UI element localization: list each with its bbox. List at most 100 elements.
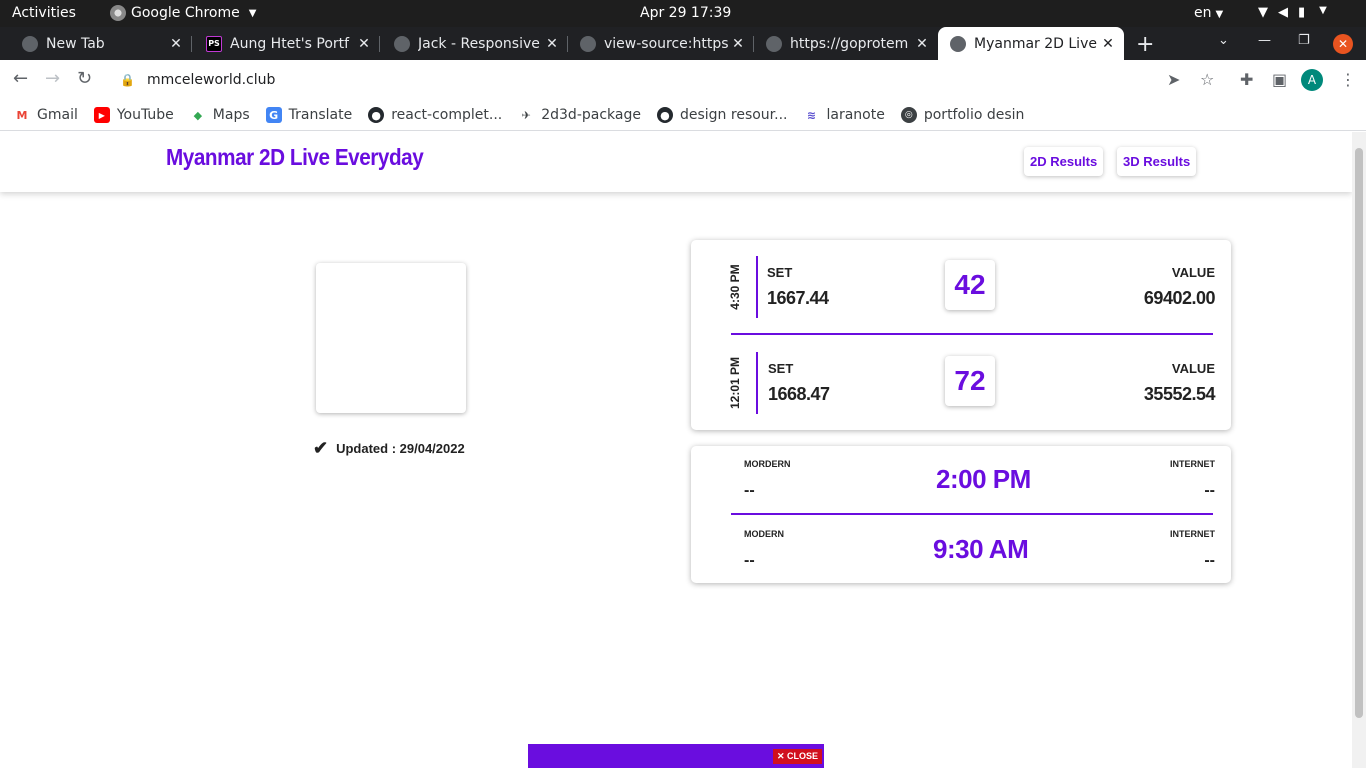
bookmark-react-complete[interactable]: ● react-complet... [368, 107, 502, 123]
check-icon: ✔ [313, 438, 329, 458]
draw-row: 4:30 PM SET 1667.44 42 VALUE 69402.00 [691, 240, 1231, 335]
globe-icon [580, 35, 596, 52]
bookmark-portfolio-desin[interactable]: ◎ portfolio desin [900, 107, 1024, 123]
address-bar[interactable]: 🔒 mmceleworld.club [108, 65, 1228, 95]
schedule-time: 9:30 AM [933, 534, 1029, 564]
volume-icon: ◀ [1278, 5, 1288, 20]
globe-icon [950, 35, 966, 52]
ad-close-button[interactable]: ✕ CLOSE [772, 749, 822, 764]
web-page: Myanmar 2D Live Everyday 2D Results 3D R… [0, 132, 1352, 768]
bookmark-translate[interactable]: G Translate [265, 107, 352, 123]
extensions-icon[interactable]: ✚ [1240, 70, 1253, 89]
bookmark-2d3d-package[interactable]: ✈ 2d3d-package [518, 107, 641, 123]
draw-results-card: 4:30 PM SET 1667.44 42 VALUE 69402.00 12… [691, 240, 1231, 430]
plane-icon: ✈ [521, 108, 531, 122]
tab-myanmar-2d-live[interactable]: Myanmar 2D Live ✕ [938, 27, 1124, 60]
github-icon: ● [368, 107, 385, 123]
modern-label: MORDERN [744, 459, 791, 469]
gmail-icon: M [16, 108, 28, 122]
url-text[interactable]: mmceleworld.club [147, 72, 275, 88]
wifi-icon: ▼ [1258, 5, 1268, 20]
github-icon: ● [656, 107, 673, 123]
maps-icon: ◆ [193, 108, 203, 122]
minimize-icon[interactable]: — [1258, 33, 1271, 48]
activities-button[interactable]: Activities [12, 5, 76, 21]
battery-icon: ▮ [1298, 5, 1306, 20]
chevron-down-icon: ▼ [1215, 9, 1224, 20]
back-icon[interactable]: ← [13, 68, 28, 89]
bookmark-gmail[interactable]: M Gmail [14, 107, 78, 123]
modern-value: -- [744, 552, 755, 569]
schedule-card: MORDERN -- 2:00 PM INTERNET -- MODERN --… [691, 446, 1231, 583]
system-tray[interactable]: ▼ ◀ ▮ ▼ [1258, 5, 1327, 20]
page-scrollbar[interactable] [1352, 132, 1366, 768]
schedule-row: MORDERN -- 2:00 PM INTERNET -- [691, 446, 1231, 514]
browser-toolbar: ← → ↻ 🔒 mmceleworld.club ➤ ☆ ✚ ▣ A ⋮ [0, 60, 1366, 100]
ad-banner[interactable]: ✕ CLOSE [528, 744, 824, 768]
close-icon[interactable]: ✕ [912, 36, 932, 52]
globe-icon [766, 35, 782, 52]
close-icon[interactable]: ✕ [354, 36, 374, 52]
draw-divider [756, 352, 758, 414]
translate-icon: G [265, 107, 282, 123]
star-icon[interactable]: ☆ [1200, 70, 1214, 89]
chevron-down-icon: ▼ [248, 7, 257, 19]
internet-label: INTERNET [1170, 529, 1215, 539]
tab-title: https://goprotem [790, 35, 909, 52]
tab-title: New Tab [46, 35, 105, 52]
result-number: 42 [945, 260, 995, 310]
youtube-icon: ▶ [93, 107, 110, 123]
chrome-icon [110, 5, 126, 21]
restore-icon[interactable]: ❐ [1298, 33, 1310, 48]
tab-new-tab[interactable]: New Tab ✕ [0, 27, 192, 60]
value-amount: 69402.00 [1143, 288, 1216, 308]
draw-row: 12:01 PM SET 1668.47 72 VALUE 35552.54 [691, 336, 1231, 430]
forward-icon[interactable]: → [45, 68, 60, 89]
bookmark-youtube[interactable]: ▶ YouTube [93, 107, 174, 123]
globe-icon: ◎ [900, 107, 917, 123]
send-icon[interactable]: ➤ [1167, 70, 1180, 89]
results-2d-button[interactable]: 2D Results [1024, 147, 1104, 176]
language-indicator[interactable]: en ▼ [1194, 5, 1223, 21]
close-icon: ✕ [776, 751, 787, 761]
value-label: VALUE [1171, 361, 1215, 376]
site-header: Myanmar 2D Live Everyday 2D Results 3D R… [0, 132, 1352, 192]
internet-value: -- [1204, 552, 1215, 569]
menu-icon[interactable]: ⋮ [1340, 70, 1356, 89]
site-brand[interactable]: Myanmar 2D Live Everyday [166, 144, 424, 171]
tab-strip: New Tab ✕ PS Aung Htet's Portf ✕ Jack - … [0, 27, 1366, 60]
chevron-down-icon: ▼ [1319, 5, 1327, 16]
new-tab-button[interactable]: + [1136, 32, 1154, 57]
modern-label: MODERN [744, 529, 784, 539]
app-menu[interactable]: Google Chrome ▼ [110, 5, 256, 21]
system-top-bar: Activities Google Chrome ▼ Apr 29 17:39 … [0, 0, 1366, 27]
clock[interactable]: Apr 29 17:39 [640, 5, 731, 21]
scrollbar-thumb[interactable] [1355, 148, 1363, 718]
schedule-time: 2:00 PM [936, 464, 1031, 494]
tab-goprotem[interactable]: https://goprotem ✕ [744, 27, 938, 60]
tab-title: view-source:https [604, 35, 728, 52]
close-icon[interactable]: ✕ [166, 36, 186, 52]
bookmark-laranote[interactable]: ≋ laranote [804, 107, 885, 123]
internet-label: INTERNET [1170, 459, 1215, 469]
tab-title: Jack - Responsive [418, 35, 540, 52]
laravel-icon: ≋ [806, 108, 817, 122]
updated-status: ✔ Updated : 29/04/2022 [313, 438, 465, 458]
draw-divider [756, 256, 758, 318]
profile-avatar[interactable]: A [1301, 69, 1323, 91]
reload-icon[interactable]: ↻ [77, 68, 92, 89]
tab-portfolio[interactable]: PS Aung Htet's Portf ✕ [184, 27, 380, 60]
window-close-button[interactable]: ✕ [1333, 34, 1353, 54]
bookmark-maps[interactable]: ◆ Maps [190, 107, 250, 123]
tab-jack[interactable]: Jack - Responsive ✕ [372, 27, 568, 60]
bookmark-design-resources[interactable]: ● design resour... [656, 107, 788, 123]
tab-search-icon[interactable]: ⌄ [1218, 33, 1229, 48]
close-icon[interactable]: ✕ [1098, 36, 1118, 52]
lock-icon[interactable]: 🔒 [120, 73, 135, 87]
set-value: 1667.44 [767, 288, 829, 308]
tab-view-source[interactable]: view-source:https ✕ [558, 27, 754, 60]
results-3d-button[interactable]: 3D Results [1117, 147, 1197, 176]
app-name: Google Chrome [131, 5, 240, 21]
set-label: SET [768, 361, 794, 376]
side-panel-icon[interactable]: ▣ [1272, 70, 1287, 89]
